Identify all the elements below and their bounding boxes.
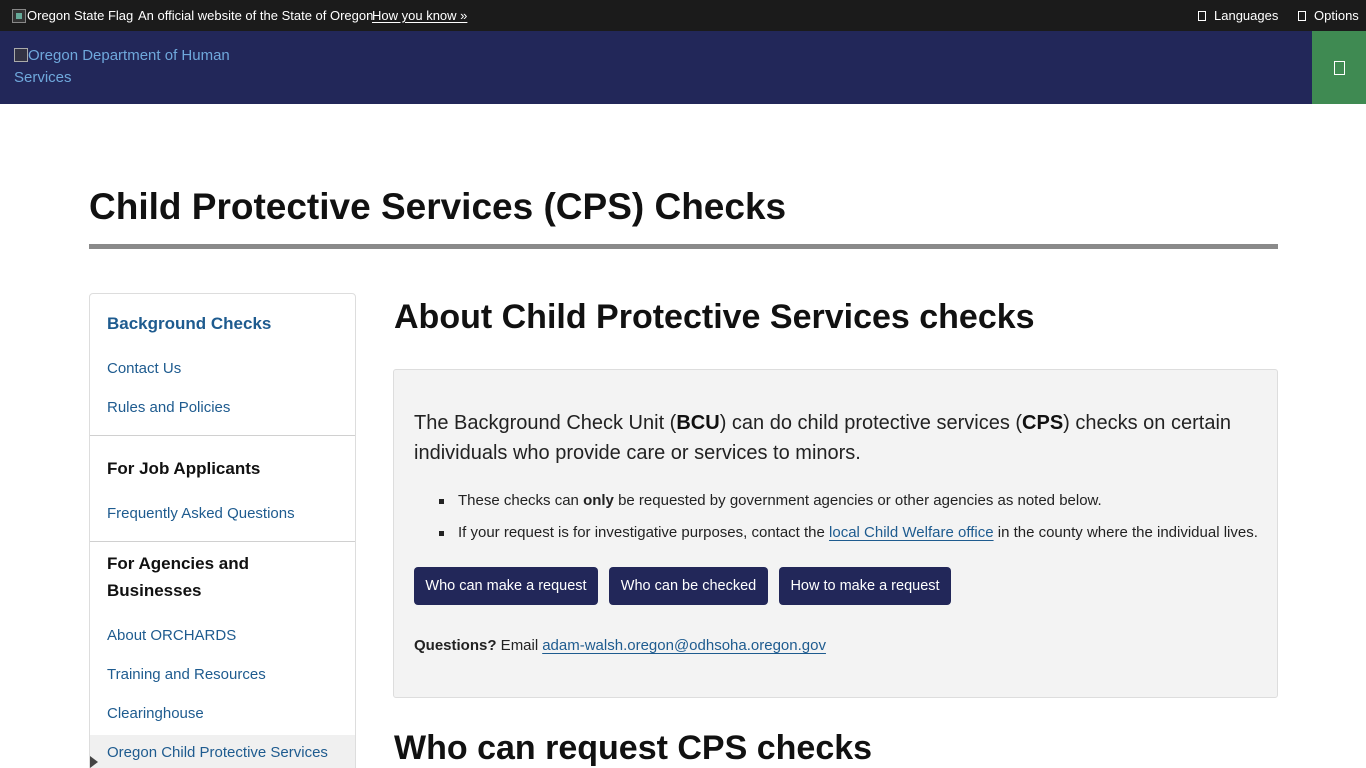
questions-label: Questions? — [414, 637, 497, 654]
odhs-logo-link[interactable]: Oregon Department of Human Services — [14, 45, 254, 89]
list-item: These checks can only be requested by go… — [414, 490, 1264, 522]
logo-alt-text: Oregon Department of Human Services — [14, 47, 230, 86]
child-welfare-office-link[interactable]: local Child Welfare office — [829, 524, 994, 541]
sidebar-heading-agencies-businesses: For Agencies and Businesses — [107, 554, 250, 600]
globe-icon — [1198, 10, 1206, 21]
questions-line: Questions? Email adam-walsh.oregon@odhsoh… — [414, 637, 826, 654]
languages-button[interactable]: Languages — [1198, 8, 1278, 23]
sidebar-item-faq[interactable]: Frequently Asked Questions — [107, 505, 295, 522]
about-heading: About Child Protective Services checks — [394, 298, 1035, 336]
who-can-request-heading: Who can request CPS checks — [394, 729, 873, 767]
bullet-text: in the county where the individual lives… — [993, 524, 1258, 541]
bullet-text: These checks can — [458, 492, 584, 509]
caret-right-icon — [90, 756, 98, 768]
options-button[interactable]: Options — [1298, 8, 1359, 23]
sidebar-heading-job-applicants: For Job Applicants — [107, 459, 261, 478]
intro-bcu: BCU — [676, 412, 720, 434]
notes-list: These checks can only be requested by go… — [414, 490, 1264, 554]
how-to-make-request-button[interactable]: How to make a request — [779, 567, 951, 605]
intro-text: The Background Check Unit ( — [414, 412, 677, 434]
sidebar-item-rules-and-policies[interactable]: Rules and Policies — [107, 399, 230, 416]
official-banner: Oregon State Flag An official website of… — [0, 0, 1366, 31]
page-title: Child Protective Services (CPS) Checks — [89, 186, 787, 227]
title-divider — [89, 244, 1278, 249]
contact-email-link[interactable]: adam-walsh.oregon@odhsoha.oregon.gov — [542, 637, 826, 654]
bullet-bold: only — [583, 492, 614, 509]
bullet-text: If your request is for investigative pur… — [458, 524, 830, 541]
sidebar-item-oregon-cps[interactable]: Oregon Child Protective Services — [107, 744, 328, 761]
flag-image-icon — [12, 8, 26, 23]
sidebar-nav: Background Checks Contact Us Rules and P… — [89, 293, 356, 768]
logo-image-icon — [14, 48, 28, 62]
sidebar-divider — [90, 541, 355, 542]
menu-icon — [1333, 60, 1345, 75]
official-site-text: An official website of the State of Oreg… — [138, 8, 374, 23]
sidebar-item-clearinghouse[interactable]: Clearinghouse — [107, 705, 204, 722]
info-panel: The Background Check Unit (BCU) can do c… — [393, 369, 1278, 698]
email-prefix: Email — [496, 637, 539, 654]
intro-paragraph: The Background Check Unit (BCU) can do c… — [414, 408, 1264, 468]
languages-label: Languages — [1214, 8, 1279, 23]
who-can-be-checked-button[interactable]: Who can be checked — [609, 567, 768, 605]
sidebar-item-training-resources[interactable]: Training and Resources — [107, 666, 266, 683]
intro-cps: CPS — [1022, 412, 1064, 434]
sidebar-item-about-orchards[interactable]: About ORCHARDS — [107, 627, 236, 644]
sidebar-item-contact-us[interactable]: Contact Us — [107, 360, 181, 377]
list-item: If your request is for investigative pur… — [414, 522, 1264, 554]
sidebar-heading-background-checks[interactable]: Background Checks — [107, 314, 271, 334]
who-can-make-request-button[interactable]: Who can make a request — [414, 567, 598, 605]
how-you-know-link[interactable]: How you know » — [372, 8, 467, 23]
intro-text: ) can do child protective services ( — [719, 412, 1023, 434]
options-label: Options — [1314, 8, 1359, 23]
flag-alt-text: Oregon State Flag — [27, 8, 134, 23]
options-icon — [1298, 10, 1306, 21]
menu-button[interactable] — [1312, 31, 1366, 104]
bullet-text: be requested by government agencies or o… — [613, 492, 1102, 509]
site-header: Oregon Department of Human Services — [0, 31, 1366, 104]
oregon-flag: Oregon State Flag — [12, 8, 133, 23]
sidebar-divider — [90, 435, 355, 436]
